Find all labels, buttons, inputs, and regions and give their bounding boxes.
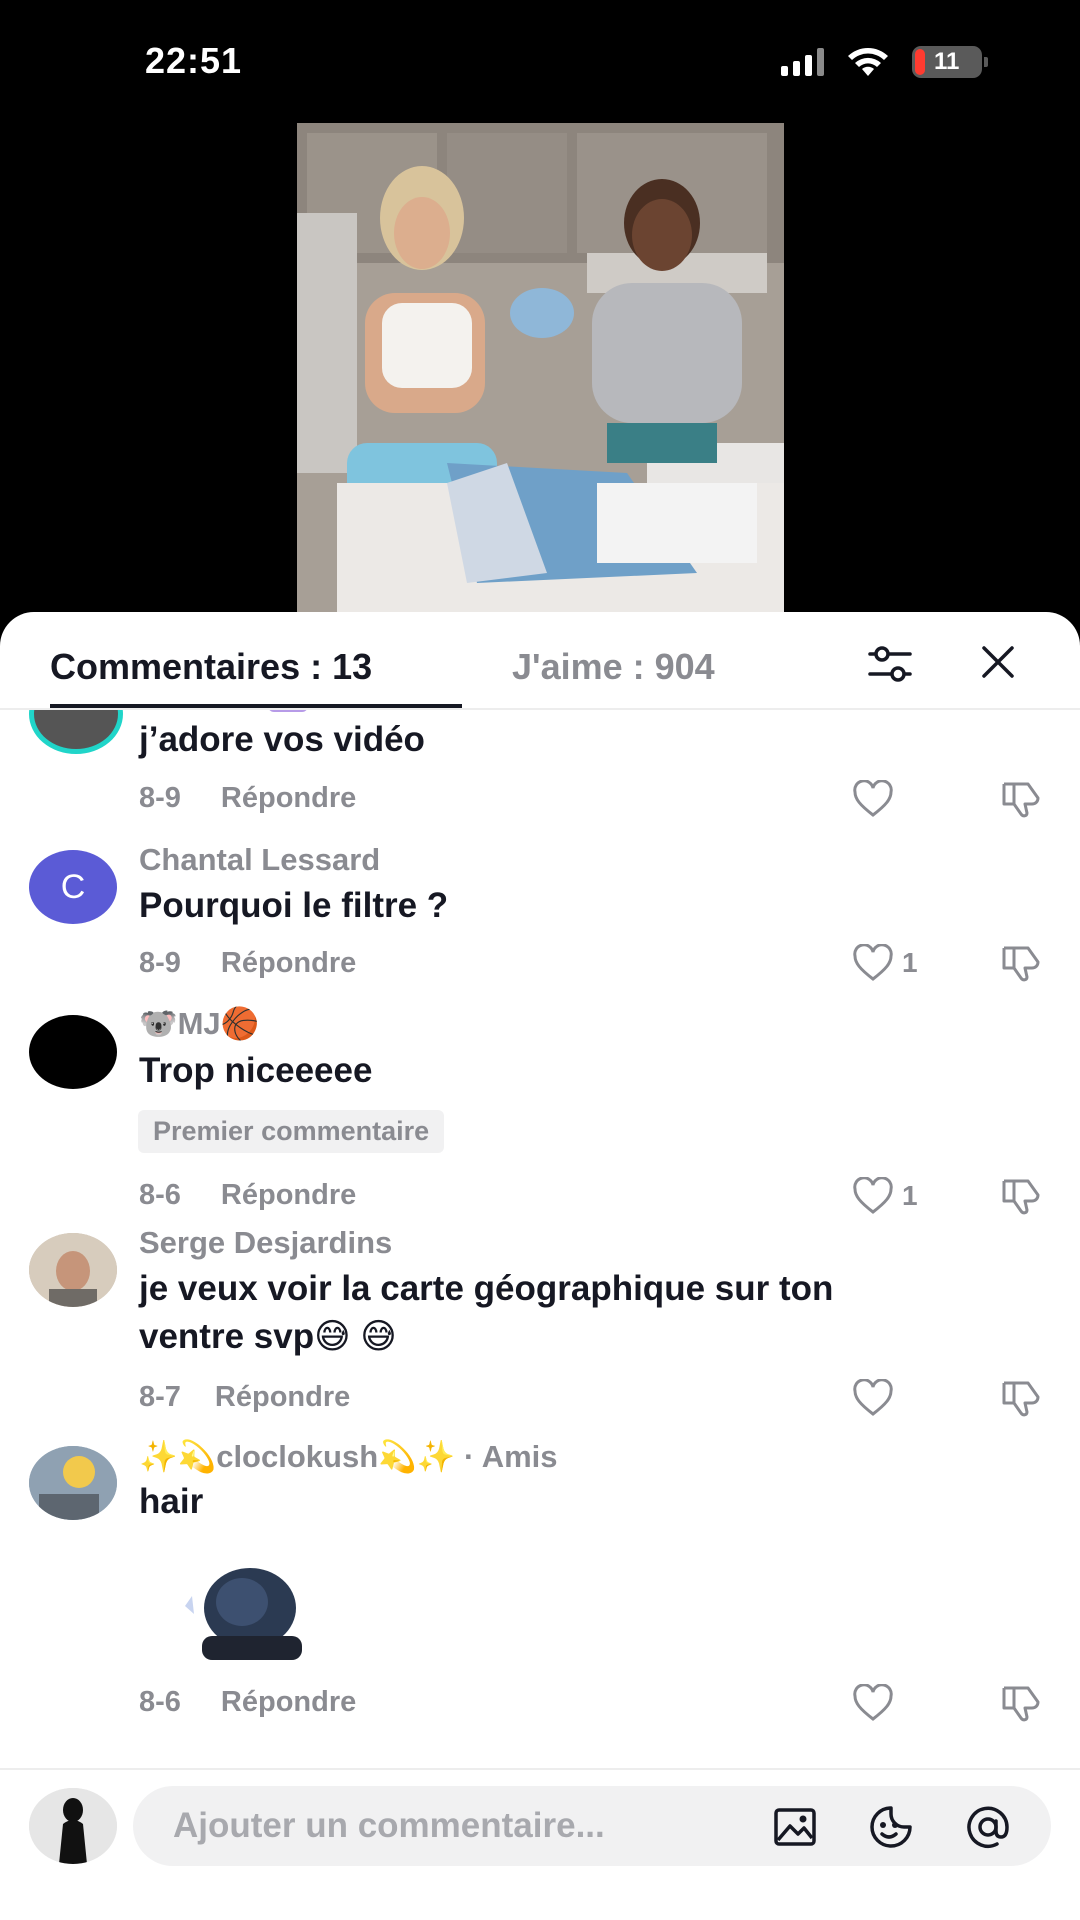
dislike-icon[interactable] bbox=[1000, 1684, 1042, 1722]
mention-icon[interactable] bbox=[965, 1804, 1011, 1850]
tab-likes[interactable]: J'aime : 904 bbox=[512, 646, 715, 688]
status-time: 22:51 bbox=[145, 40, 243, 81]
author-name: MJ bbox=[177, 1006, 221, 1041]
like-count: 1 bbox=[902, 1180, 918, 1211]
avatar[interactable] bbox=[29, 1015, 117, 1089]
comment-sticker[interactable] bbox=[180, 1566, 320, 1660]
like-button[interactable] bbox=[852, 1379, 894, 1417]
comment-text: Pourquoi le filtre ? bbox=[139, 886, 449, 925]
comment-author[interactable]: Chantal Lessard bbox=[139, 842, 380, 878]
dislike-icon[interactable] bbox=[1000, 1379, 1042, 1417]
comment-input[interactable] bbox=[173, 1802, 733, 1850]
comment-input-container[interactable] bbox=[133, 1786, 1051, 1866]
comment-author[interactable]: 🐨MJ🏀 bbox=[139, 1005, 259, 1042]
author-emoji: 🏀 bbox=[220, 1006, 260, 1041]
dislike-icon[interactable] bbox=[1000, 780, 1042, 818]
comment-author[interactable]: Serge Desjardins bbox=[139, 1225, 392, 1261]
battery-icon: 11 bbox=[912, 46, 988, 78]
like-button[interactable] bbox=[852, 780, 894, 818]
first-comment-badge: Premier commentaire bbox=[138, 1110, 445, 1153]
like-button[interactable]: 1 bbox=[852, 944, 918, 982]
heart-icon bbox=[853, 1379, 893, 1416]
reply-button[interactable]: Répondre bbox=[221, 947, 356, 980]
my-avatar[interactable] bbox=[29, 1788, 117, 1864]
like-count: 1 bbox=[902, 947, 918, 978]
comment-input-bar bbox=[0, 1768, 1080, 1920]
avatar[interactable] bbox=[29, 1233, 117, 1307]
comment-meta: 8-6 Répondre bbox=[139, 1179, 356, 1212]
status-icons: 11 bbox=[781, 46, 988, 78]
tab-comments[interactable]: Commentaires : 13 bbox=[50, 646, 372, 688]
close-icon[interactable] bbox=[978, 642, 1018, 682]
cellular-signal-icon bbox=[781, 48, 824, 76]
comments-list[interactable]: j’adore vos vidéo 8-9 Répondre C Chantal… bbox=[0, 710, 1080, 1768]
reply-button[interactable]: Répondre bbox=[221, 782, 356, 815]
avatar[interactable] bbox=[29, 1446, 117, 1520]
comment-text: hair bbox=[139, 1482, 204, 1521]
author-name: ✨💫cloclokush💫✨ bbox=[139, 1439, 456, 1474]
battery-level: 11 bbox=[934, 48, 960, 75]
comment-text: j’adore vos vidéo bbox=[139, 720, 425, 759]
wifi-icon bbox=[848, 48, 888, 76]
emoji-icon[interactable] bbox=[868, 1804, 914, 1850]
heart-icon bbox=[853, 1684, 893, 1721]
comment-date: 8-9 bbox=[139, 782, 181, 814]
like-button[interactable] bbox=[852, 1684, 894, 1722]
friends-tag: · Amis bbox=[455, 1439, 558, 1474]
comment-date: 8-6 bbox=[139, 1686, 181, 1718]
avatar-photo bbox=[29, 1788, 117, 1864]
avatar[interactable]: C bbox=[29, 850, 117, 924]
comment-text-line1: je veux voir la carte géographique sur t… bbox=[139, 1269, 834, 1308]
comment-date: 8-6 bbox=[139, 1179, 181, 1211]
comment-text: Trop niceeeee bbox=[139, 1051, 373, 1090]
comment-meta: 8-9 Répondre bbox=[139, 782, 356, 815]
comments-tabs: Commentaires : 13 J'aime : 904 bbox=[0, 612, 1080, 710]
heart-icon bbox=[853, 780, 893, 817]
author-emoji: 🐨 bbox=[139, 1006, 178, 1041]
heart-icon bbox=[853, 1177, 893, 1214]
comments-sheet: Commentaires : 13 J'aime : 904 j’adore v… bbox=[0, 612, 1080, 1920]
avatar[interactable] bbox=[29, 710, 123, 754]
video-thumbnail[interactable] bbox=[297, 123, 784, 613]
comment-date: 8-9 bbox=[139, 947, 181, 979]
sticker-image bbox=[185, 1568, 302, 1660]
comment-meta: 8-6 Répondre bbox=[139, 1686, 356, 1719]
avatar-photo bbox=[29, 1233, 117, 1307]
video-frame-image bbox=[297, 123, 784, 613]
comment-date: 8-7 bbox=[139, 1381, 181, 1413]
active-tab-indicator bbox=[50, 704, 462, 708]
comment-meta: 8-7 Répondre bbox=[139, 1381, 350, 1414]
comment-meta: 8-9 Répondre bbox=[139, 947, 356, 980]
partial-badge bbox=[268, 710, 308, 712]
status-bar: 22:51 11 bbox=[0, 0, 1080, 120]
reply-button[interactable]: Répondre bbox=[221, 1686, 356, 1719]
comment-text-line2: ventre svp😅 😅 bbox=[139, 1317, 397, 1356]
avatar-photo bbox=[29, 1446, 117, 1520]
dislike-icon[interactable] bbox=[1000, 944, 1042, 982]
image-icon[interactable] bbox=[772, 1804, 818, 1850]
heart-icon bbox=[853, 944, 893, 981]
comment-author[interactable]: ✨💫cloclokush💫✨ · Amis bbox=[139, 1438, 558, 1475]
like-button[interactable]: 1 bbox=[852, 1177, 918, 1215]
reply-button[interactable]: Répondre bbox=[215, 1381, 350, 1414]
avatar-letter: C bbox=[60, 867, 86, 906]
filter-icon[interactable] bbox=[866, 642, 914, 686]
dislike-icon[interactable] bbox=[1000, 1177, 1042, 1215]
reply-button[interactable]: Répondre bbox=[221, 1179, 356, 1212]
